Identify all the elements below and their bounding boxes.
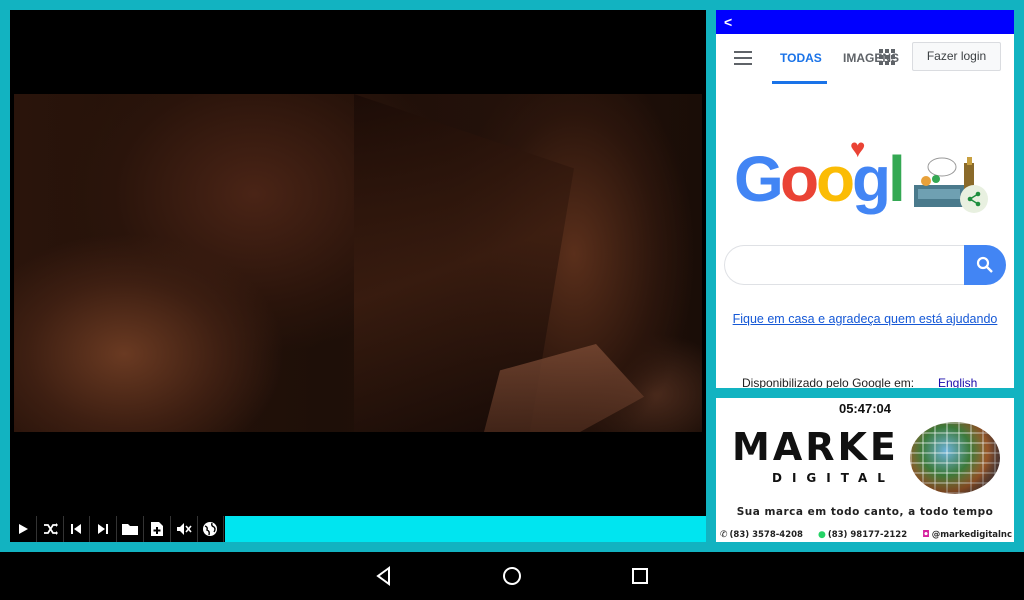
play-button[interactable] xyxy=(10,516,37,542)
nav-back-button[interactable] xyxy=(374,566,394,586)
phone-icon: ✆ xyxy=(720,530,728,540)
add-file-icon xyxy=(150,522,163,536)
language-link[interactable]: English xyxy=(938,376,977,388)
nav-home-button[interactable] xyxy=(502,566,522,586)
phone-contact: ✆ (83) 3578-4208 xyxy=(720,530,803,540)
instagram-contact: ◘ @markedigitalnc xyxy=(922,530,1012,540)
folder-icon xyxy=(122,524,139,535)
android-nav-bar xyxy=(0,552,1024,600)
promo-link[interactable]: Fique em casa e agradeça quem está ajuda… xyxy=(716,312,1014,326)
contact-row: ✆ (83) 3578-4208 ● (83) 98177-2122 ◘ @marke… xyxy=(720,530,1012,540)
login-button[interactable]: Fazer login xyxy=(912,42,1001,71)
google-nav: TODAS IMAGENS Fazer login xyxy=(716,34,1014,84)
share-icon[interactable] xyxy=(960,185,988,213)
whatsapp-icon: ● xyxy=(817,530,826,540)
next-button[interactable] xyxy=(90,516,118,542)
video-frame[interactable] xyxy=(14,94,702,432)
shuffle-icon xyxy=(43,523,58,535)
search-button[interactable] xyxy=(964,245,1006,285)
video-player[interactable] xyxy=(10,10,706,542)
clock: 05:47:04 xyxy=(838,401,892,416)
volume-off-icon xyxy=(176,523,192,535)
heart-icon: ♥ xyxy=(850,133,866,163)
brand-subtitle: DIGITAL xyxy=(772,471,895,485)
instagram-icon: ◘ xyxy=(922,530,930,540)
add-file-button[interactable] xyxy=(144,516,171,542)
home-circle-icon xyxy=(503,567,521,585)
skip-previous-icon xyxy=(71,524,82,534)
skip-next-icon xyxy=(98,524,109,534)
google-apps-icon[interactable] xyxy=(879,49,895,65)
brand-logo: MARKE xyxy=(732,425,899,469)
hamburger-menu-icon[interactable] xyxy=(734,51,752,65)
nav-recents-button[interactable] xyxy=(630,566,650,586)
doodle-letter: o xyxy=(780,143,820,215)
google-doodle[interactable]: G o o g l ♥ xyxy=(734,133,994,225)
tagline: Sua marca em todo canto, a todo tempo xyxy=(736,506,994,518)
player-controls-bar xyxy=(10,516,706,542)
globe-icon xyxy=(203,522,218,536)
play-icon xyxy=(18,524,28,534)
search-input[interactable] xyxy=(724,245,965,285)
web-button[interactable] xyxy=(198,516,225,542)
previous-button[interactable] xyxy=(64,516,91,542)
back-button[interactable]: < xyxy=(724,14,732,30)
shuffle-button[interactable] xyxy=(37,516,64,542)
mute-button[interactable] xyxy=(171,516,198,542)
globe-image xyxy=(910,422,1000,494)
search-icon xyxy=(976,256,993,273)
embedded-browser[interactable]: < TODAS IMAGENS Fazer login G o o g l ♥ xyxy=(716,10,1014,388)
whatsapp-contact: ● (83) 98177-2122 xyxy=(817,530,908,540)
recents-square-icon xyxy=(632,568,648,584)
back-triangle-icon xyxy=(376,566,390,586)
browser-back-bar[interactable]: < xyxy=(716,10,1014,34)
tab-all-underline xyxy=(772,81,827,84)
tab-all[interactable]: TODAS xyxy=(780,51,822,65)
open-folder-button[interactable] xyxy=(117,516,144,542)
offered-by-text: Disponibilizado pelo Google em: xyxy=(742,376,915,388)
ad-panel: 05:47:04 MARKE DIGITAL Sua marca em todo… xyxy=(716,398,1014,542)
player-controls xyxy=(10,516,225,542)
doodle-letter: G xyxy=(734,143,784,215)
